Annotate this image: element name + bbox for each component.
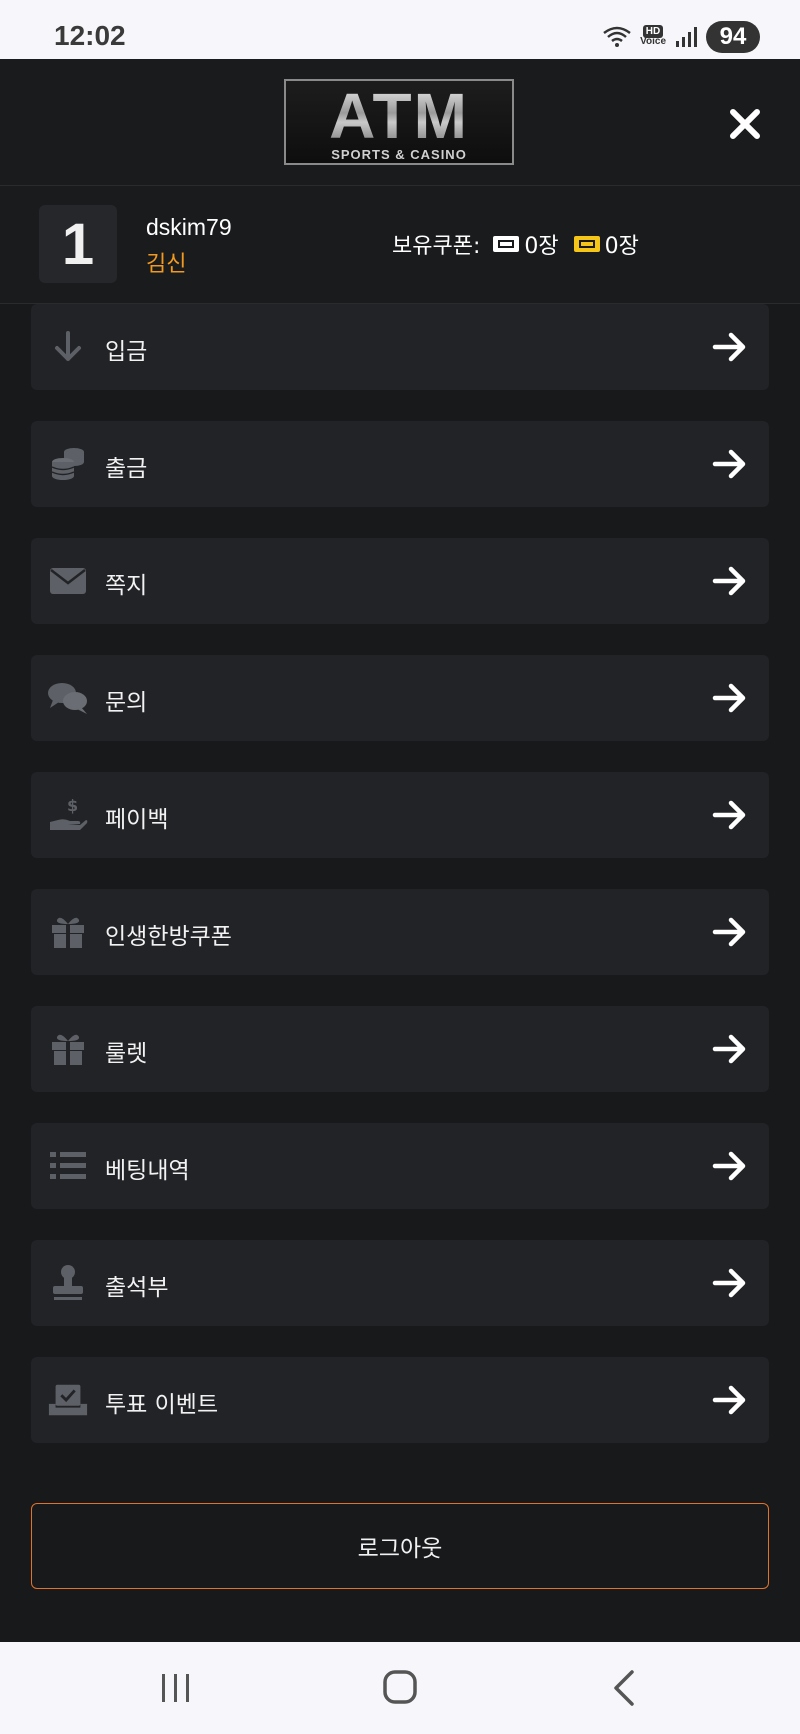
- menu-item-label: 페이백: [105, 807, 169, 833]
- close-icon: [730, 109, 760, 139]
- level-badge: 1: [39, 205, 117, 283]
- ticket-white-icon: [493, 236, 520, 252]
- arrow-right-icon: [712, 1385, 746, 1415]
- menu-item-label: 출석부: [105, 1275, 169, 1301]
- menu-item-messages[interactable]: 쪽지: [31, 538, 769, 624]
- home-icon: [383, 1670, 417, 1704]
- menu-item-label: 출금: [105, 456, 148, 482]
- menu-item-inquiry[interactable]: 문의: [31, 655, 769, 741]
- arrow-right-icon: [712, 1151, 746, 1181]
- coupon-label: 보유쿠폰:: [392, 234, 481, 259]
- close-button[interactable]: [726, 105, 764, 143]
- menu-item-label: 문의: [105, 690, 148, 716]
- user-grade: 김신: [146, 252, 187, 277]
- menu-item-roulette[interactable]: 룰렛: [31, 1006, 769, 1092]
- menu-item-label: 베팅내역: [105, 1158, 190, 1184]
- signal-icon: [676, 27, 697, 47]
- ticket-yellow-icon: [573, 236, 600, 252]
- menu-item-label: 룰렛: [105, 1041, 148, 1067]
- menu-item-attendance[interactable]: 출석부: [31, 1240, 769, 1326]
- envelope-icon: [47, 560, 89, 602]
- status-bar: 12:02 HD Voice 94: [0, 0, 800, 59]
- logout-button[interactable]: 로그아웃: [31, 1503, 769, 1589]
- system-nav-bar: [0, 1642, 800, 1734]
- back-icon: [614, 1670, 634, 1706]
- gift-icon: [47, 1028, 89, 1070]
- menu-item-label: 인생한방쿠폰: [105, 924, 232, 950]
- coupon-yellow-count: 0장: [604, 234, 639, 259]
- user-info-bar: 1 dskim79 김신 보유쿠폰: 0장 0장: [0, 186, 800, 304]
- arrow-right-icon: [712, 1034, 746, 1064]
- menu-item-betting-history[interactable]: 베팅내역: [31, 1123, 769, 1209]
- menu-item-life-coupon[interactable]: 인생한방쿠폰: [31, 889, 769, 975]
- arrow-right-icon: [712, 917, 746, 947]
- stamp-icon: [47, 1262, 89, 1304]
- menu-item-vote-event[interactable]: 투표 이벤트: [31, 1357, 769, 1443]
- menu-item-payback[interactable]: $ 페이백: [31, 772, 769, 858]
- wifi-icon: [603, 26, 631, 47]
- menu-item-deposit[interactable]: 입금: [31, 304, 769, 390]
- coins-icon: [47, 443, 89, 485]
- coupon-summary: 보유쿠폰: 0장 0장: [392, 228, 653, 260]
- arrow-right-icon: [712, 683, 746, 713]
- menu-item-label: 쪽지: [105, 573, 148, 599]
- logo-main-text: ATM: [286, 84, 512, 148]
- status-time: 12:02: [54, 20, 126, 51]
- battery-indicator: 94: [706, 21, 760, 53]
- status-icons: HD Voice 94: [602, 20, 760, 54]
- svg-text:$: $: [67, 796, 78, 815]
- recent-apps-button[interactable]: [151, 1666, 201, 1710]
- chat-bubbles-icon: [47, 677, 89, 719]
- username: dskim79: [146, 214, 232, 240]
- header: ATM SPORTS & CASINO: [0, 59, 800, 186]
- arrow-right-icon: [712, 449, 746, 479]
- back-button[interactable]: [600, 1666, 650, 1710]
- home-button[interactable]: [375, 1666, 425, 1710]
- hand-dollar-icon: $: [47, 794, 89, 836]
- logo[interactable]: ATM SPORTS & CASINO: [284, 79, 514, 165]
- menu-item-label: 투표 이벤트: [105, 1392, 219, 1418]
- menu-item-withdraw[interactable]: 출금: [31, 421, 769, 507]
- arrow-right-icon: [712, 800, 746, 830]
- list-icon: [47, 1145, 89, 1187]
- vote-box-icon: [47, 1379, 89, 1421]
- arrow-right-icon: [712, 1268, 746, 1298]
- gift-icon: [47, 911, 89, 953]
- recent-apps-icon: [162, 1674, 189, 1702]
- hd-voice-icon: HD Voice: [640, 25, 666, 47]
- arrow-down-icon: [47, 326, 89, 368]
- logo-sub-text: SPORTS & CASINO: [331, 147, 467, 162]
- menu-item-label: 입금: [105, 339, 148, 365]
- arrow-right-icon: [712, 566, 746, 596]
- arrow-right-icon: [712, 332, 746, 362]
- coupon-white-count: 0장: [524, 234, 559, 259]
